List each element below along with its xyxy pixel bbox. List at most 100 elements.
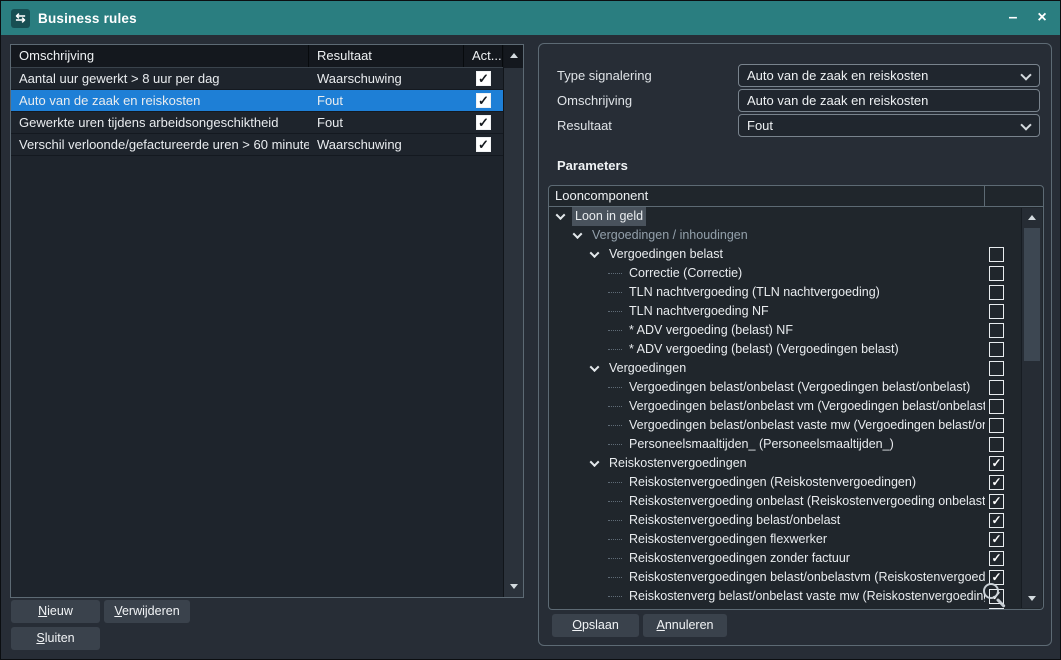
tree-node-label: * ADV vergoeding (belast) (Vergoedingen … [626, 340, 902, 359]
tree-node-checkbox[interactable] [989, 399, 1004, 414]
scroll-down-icon[interactable] [510, 584, 518, 589]
scroll-up-icon[interactable] [510, 53, 518, 58]
chevron-down-icon [1020, 119, 1031, 130]
type-signalering-select[interactable]: Auto van de zaak en reiskosten [738, 64, 1040, 87]
tree-node-label: Reiskostenvergoedingen zonder factuur [626, 549, 853, 568]
tree-node[interactable]: Vergoedingen belast/onbelast vaste mw (V… [549, 416, 1021, 435]
verwijderen-button[interactable]: Verwijderen [104, 600, 190, 623]
close-button[interactable]: × [1029, 6, 1055, 30]
tree-node-label: Personeelsmaaltijden_ (Personeelsmaaltij… [626, 435, 897, 454]
rule-active-checkbox[interactable]: ✓ [476, 71, 491, 86]
sluiten-button[interactable]: Sluiten [11, 627, 100, 650]
chevron-down-icon[interactable] [590, 362, 600, 372]
tree-node-checkbox[interactable] [989, 266, 1004, 281]
tree-body: Loon in geldVergoedingen / inhoudingenVe… [549, 207, 1021, 609]
tree-node-label: Vergoedingen belast/onbelast vaste mw (V… [626, 416, 985, 435]
tree-node-checkbox[interactable] [989, 361, 1004, 376]
business-rules-dialog: ⇆ Business rules – × Omschrijving Result… [0, 0, 1061, 660]
rules-table-scrollbar[interactable] [503, 45, 523, 597]
tree-node[interactable]: Reiskostenvergoedingen belast/onbelastvm… [549, 568, 1021, 587]
rule-active-checkbox[interactable]: ✓ [476, 115, 491, 130]
tree-scrollbar[interactable] [1021, 208, 1042, 608]
rules-table-row[interactable]: Auto van de zaak en reiskostenFout✓ [11, 90, 503, 112]
tree-node-label: Reiskostenvergoeding belast/onbelast [626, 511, 843, 530]
tree-node-label: Reiskostenvergoedingen (Reiskostenvergoe… [626, 473, 919, 492]
tree-node-checkbox[interactable]: ✓ [989, 475, 1004, 490]
tree-node-checkbox[interactable]: ✓ [989, 513, 1004, 528]
tree-node[interactable]: Reiskostenverg belast/onbelast vaste mw … [549, 587, 1021, 606]
parameters-label: Parameters [557, 158, 628, 173]
tree-node-checkbox[interactable]: ✓ [989, 532, 1004, 547]
tree-node[interactable]: Reiskostenvergoedingen flexwerker✓ [549, 530, 1021, 549]
search-icon[interactable] [983, 583, 1013, 610]
tree-node[interactable]: TLN nachtvergoeding (TLN nachtvergoeding… [549, 283, 1021, 302]
tree-node[interactable]: Reiskostenvergoeding belast/onbelast ✓ [549, 511, 1021, 530]
tree-node[interactable]: Personeelsmaaltijden_ (Personeelsmaaltij… [549, 435, 1021, 454]
tree-connector [608, 539, 622, 540]
tree-connector [608, 520, 622, 521]
resultaat-select[interactable]: Fout [738, 114, 1040, 137]
nieuw-button[interactable]: Nieuw [11, 600, 100, 623]
tree-connector [608, 444, 622, 445]
column-header-looncomponent[interactable]: Looncomponent [549, 186, 985, 206]
looncomponent-tree: Looncomponent Loon in geldVergoedingen /… [548, 185, 1044, 610]
type-signalering-label: Type signalering [557, 64, 652, 87]
omschrijving-input[interactable] [738, 89, 1040, 112]
tree-node[interactable]: Loon in geld [549, 207, 1021, 226]
scroll-up-icon[interactable] [1028, 215, 1036, 220]
minimize-button[interactable]: – [1000, 6, 1026, 30]
tree-node[interactable]: Vergoedingen [549, 359, 1021, 378]
tree-node[interactable]: Vergoedingen belast/onbelast vm (Vergoed… [549, 397, 1021, 416]
tree-node-checkbox[interactable] [989, 285, 1004, 300]
tree-node-checkbox[interactable] [989, 437, 1004, 452]
tree-node-checkbox[interactable] [989, 304, 1004, 319]
tree-node[interactable]: Correctie (Correctie) [549, 264, 1021, 283]
tree-node-checkbox[interactable] [989, 247, 1004, 262]
tree-node[interactable]: Rk vergoeding (Rk vergoeding)✓ [549, 606, 1021, 609]
tree-node[interactable]: Vergoedingen belast/onbelast (Vergoeding… [549, 378, 1021, 397]
scroll-down-icon[interactable] [1028, 596, 1036, 601]
tree-node-checkbox[interactable]: ✓ [989, 494, 1004, 509]
rules-table-row[interactable]: Aantal uur gewerkt > 8 uur per dagWaarsc… [11, 68, 503, 90]
tree-node[interactable]: Reiskostenvergoeding onbelast (Reiskoste… [549, 492, 1021, 511]
tree-node-checkbox[interactable] [989, 323, 1004, 338]
tree-connector [608, 349, 622, 350]
rules-table-row[interactable]: Verschil verloonde/gefactureerde uren > … [11, 134, 503, 156]
tree-node-label: Vergoedingen belast/onbelast vm (Vergoed… [626, 397, 985, 416]
chevron-down-icon[interactable] [573, 229, 583, 239]
annuleren-button[interactable]: Annuleren [643, 614, 727, 637]
tree-node[interactable]: Reiskostenvergoedingen (Reiskostenvergoe… [549, 473, 1021, 492]
rules-table-row[interactable]: Gewerkte uren tijdens arbeidsongeschikth… [11, 112, 503, 134]
opslaan-button[interactable]: Opslaan [552, 614, 639, 637]
scrollbar-thumb[interactable] [1024, 228, 1040, 361]
tree-node[interactable]: Vergoedingen / inhoudingen [549, 226, 1021, 245]
tree-connector [608, 406, 622, 407]
type-signalering-value: Auto van de zaak en reiskosten [747, 68, 928, 83]
tree-node-checkbox[interactable] [989, 418, 1004, 433]
titlebar[interactable]: ⇆ Business rules – × [1, 1, 1060, 35]
tree-node[interactable]: Reiskostenvergoedingen zonder factuur ✓ [549, 549, 1021, 568]
tree-node[interactable]: * ADV vergoeding (belast) (Vergoedingen … [549, 340, 1021, 359]
rules-table-body: Aantal uur gewerkt > 8 uur per dagWaarsc… [11, 68, 503, 597]
column-header-resultaat[interactable]: Resultaat [309, 45, 464, 67]
tree-node-label: Loon in geld [572, 207, 646, 226]
tree-node[interactable]: * ADV vergoeding (belast) NF [549, 321, 1021, 340]
tree-node-checkbox[interactable] [989, 380, 1004, 395]
tree-node[interactable]: Reiskostenvergoedingen✓ [549, 454, 1021, 473]
tree-node-checkbox[interactable] [989, 342, 1004, 357]
rule-act-cell: ✓ [464, 115, 503, 130]
tree-node-checkbox[interactable]: ✓ [989, 551, 1004, 566]
chevron-down-icon[interactable] [590, 457, 600, 467]
chevron-down-icon[interactable] [590, 248, 600, 258]
tree-node[interactable]: Vergoedingen belast [549, 245, 1021, 264]
rule-resultaat-cell: Waarschuwing [309, 71, 464, 86]
chevron-down-icon[interactable] [556, 210, 566, 220]
column-header-act[interactable]: Act... [464, 45, 503, 67]
rule-active-checkbox[interactable]: ✓ [476, 137, 491, 152]
rules-table-header: Omschrijving Resultaat Act... [11, 45, 503, 68]
column-header-omschrijving[interactable]: Omschrijving [11, 45, 309, 67]
tree-node-checkbox[interactable]: ✓ [989, 456, 1004, 471]
rule-active-checkbox[interactable]: ✓ [476, 93, 491, 108]
tree-node-label: Reiskostenvergoeding onbelast (Reiskoste… [626, 492, 985, 511]
tree-node[interactable]: TLN nachtvergoeding NF [549, 302, 1021, 321]
